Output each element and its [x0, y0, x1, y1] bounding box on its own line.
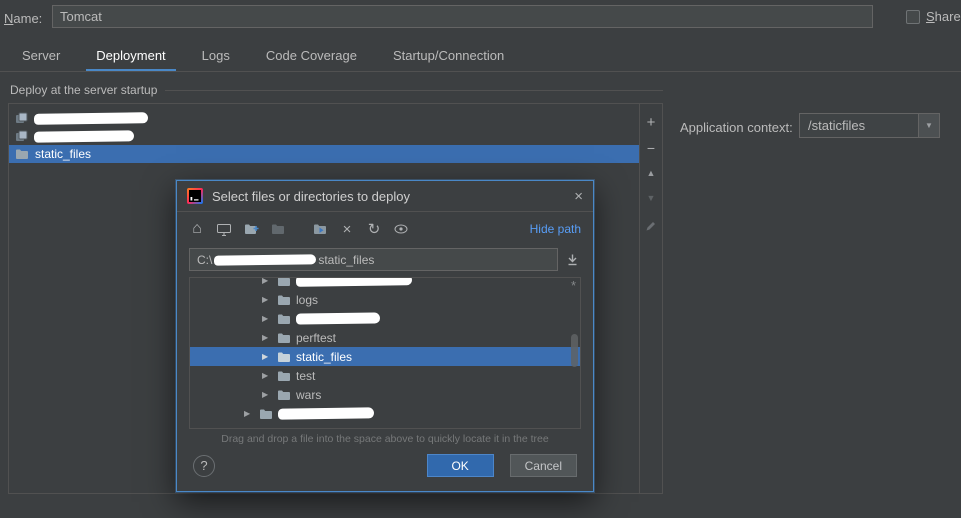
deploy-section-header: Deploy at the server startup	[10, 83, 663, 97]
hide-path-link[interactable]: Hide path	[530, 222, 581, 236]
application-context-label: Application context:	[680, 120, 793, 135]
tab-server[interactable]: Server	[12, 44, 70, 72]
expand-arrow-icon[interactable]: ▶	[262, 278, 272, 285]
autoscroll-icon[interactable]: *	[571, 278, 576, 293]
config-tabs: Server Deployment Logs Code Coverage Sta…	[12, 44, 530, 72]
cancel-button[interactable]: Cancel	[509, 454, 577, 477]
run-configuration-window: Name: Tomcat Share Server Deployment Log…	[0, 0, 961, 518]
tab-logs[interactable]: Logs	[192, 44, 240, 72]
name-input[interactable]: Tomcat	[52, 5, 873, 28]
move-up-button[interactable]: ▲	[643, 165, 659, 181]
tree-row-label: test	[296, 368, 316, 383]
section-rule	[165, 89, 663, 91]
chooser-toolbar: ⌂ × ↻ Hide path	[189, 214, 581, 244]
new-folder-icon[interactable]	[243, 221, 259, 237]
tab-startup-connection[interactable]: Startup/Connection	[383, 44, 514, 72]
redacted-label	[295, 312, 381, 325]
folder-icon	[278, 371, 290, 381]
expand-arrow-icon[interactable]: ▶	[262, 352, 272, 361]
tree-row-static-files[interactable]: ▶ static_files	[190, 347, 580, 366]
tree-row-redacted[interactable]: ▶	[190, 278, 580, 290]
ok-button[interactable]: OK	[426, 454, 494, 477]
tree-row-label: logs	[296, 292, 319, 307]
artifact-icon	[16, 130, 28, 141]
share-label: Share	[926, 9, 961, 24]
close-icon[interactable]: ×	[574, 189, 583, 204]
file-tree[interactable]: ▶ ▶ logs ▶ ▶ perftest ▶ static_files ▶ t…	[189, 277, 581, 429]
deploy-list-toolbar: + − ▲ ▼	[640, 104, 662, 493]
folder-icon	[260, 409, 272, 419]
deploy-item-label: static_files	[35, 147, 92, 161]
expand-arrow-icon[interactable]: ▶	[262, 390, 272, 399]
edit-button[interactable]	[643, 218, 659, 234]
tab-deployment[interactable]: Deployment	[86, 44, 176, 72]
intellij-idea-icon	[187, 188, 203, 204]
tree-row-label: wars	[296, 387, 322, 402]
tree-row-redacted[interactable]: ▶	[190, 309, 580, 328]
application-context-combo[interactable]: /staticfiles ▼	[799, 113, 940, 138]
dialog-title: Select files or directories to deploy	[212, 188, 410, 204]
show-hidden-icon[interactable]	[393, 221, 409, 237]
expand-arrow-icon[interactable]: ▶	[262, 295, 272, 304]
help-button[interactable]: ?	[193, 454, 215, 477]
tree-row-logs[interactable]: ▶ logs	[190, 290, 580, 309]
redacted-path	[214, 253, 317, 266]
redacted-label	[33, 111, 149, 125]
chevron-down-icon[interactable]: ▼	[918, 114, 939, 137]
dialog-title-bar: Select files or directories to deploy ×	[177, 181, 593, 212]
refresh-icon[interactable]: ↻	[366, 221, 382, 238]
expand-arrow-icon[interactable]: ▶	[262, 371, 272, 380]
folder-icon	[16, 149, 28, 159]
application-context-value: /staticfiles	[808, 118, 866, 133]
desktop-icon[interactable]	[216, 221, 232, 237]
deploy-list-item-redacted[interactable]	[9, 109, 639, 127]
move-down-button[interactable]: ▼	[643, 190, 659, 206]
expand-arrow-icon[interactable]: ▶	[244, 409, 254, 418]
tree-scrollbar[interactable]	[571, 334, 578, 367]
folder-icon	[278, 295, 290, 305]
pencil-icon	[646, 222, 655, 231]
folder-icon	[278, 278, 290, 286]
artifact-icon	[16, 112, 28, 123]
path-history-dropdown-icon[interactable]	[563, 251, 581, 269]
add-button[interactable]: +	[643, 114, 659, 131]
path-prefix: C:\	[197, 252, 213, 267]
tree-row-redacted[interactable]: ▶	[190, 404, 580, 423]
folder-icon	[278, 333, 290, 343]
path-row: C:\ static_files	[189, 248, 581, 271]
folder-icon	[278, 390, 290, 400]
expand-arrow-icon[interactable]: ▶	[262, 314, 272, 323]
file-chooser-dialog: Select files or directories to deploy × …	[176, 180, 594, 492]
tree-row-label: static_files	[296, 349, 353, 364]
redacted-label	[277, 407, 375, 420]
deploy-section-title: Deploy at the server startup	[10, 83, 158, 97]
share-checkbox[interactable]	[906, 9, 920, 24]
module-folder-icon[interactable]	[312, 221, 328, 237]
folder-icon	[278, 314, 290, 324]
tab-code-coverage[interactable]: Code Coverage	[256, 44, 367, 72]
path-input[interactable]: C:\ static_files	[189, 248, 558, 271]
remove-button[interactable]: −	[643, 140, 659, 156]
delete-icon[interactable]: ×	[339, 221, 355, 238]
folder-icon	[278, 352, 290, 362]
drag-drop-hint: Drag and drop a file into the space abov…	[221, 433, 549, 445]
tree-row-wars[interactable]: ▶ wars	[190, 385, 580, 404]
tree-row-perftest[interactable]: ▶ perftest	[190, 328, 580, 347]
home-icon[interactable]: ⌂	[189, 220, 205, 237]
expand-arrow-icon[interactable]: ▶	[262, 333, 272, 342]
tree-row-test[interactable]: ▶ test	[190, 366, 580, 385]
tabs-separator	[0, 71, 961, 72]
share-option[interactable]: Share	[906, 9, 961, 24]
deploy-list-item-redacted[interactable]	[9, 127, 639, 145]
path-suffix: static_files	[318, 252, 375, 267]
dialog-actions: ? OK Cancel	[193, 454, 577, 477]
copy-folder-icon[interactable]	[270, 221, 286, 237]
redacted-label	[295, 278, 413, 287]
redacted-label	[33, 129, 135, 143]
deploy-list-item-static-files[interactable]: static_files	[9, 145, 639, 163]
name-label: Name:	[4, 11, 43, 26]
tree-row-label: perftest	[296, 330, 337, 345]
